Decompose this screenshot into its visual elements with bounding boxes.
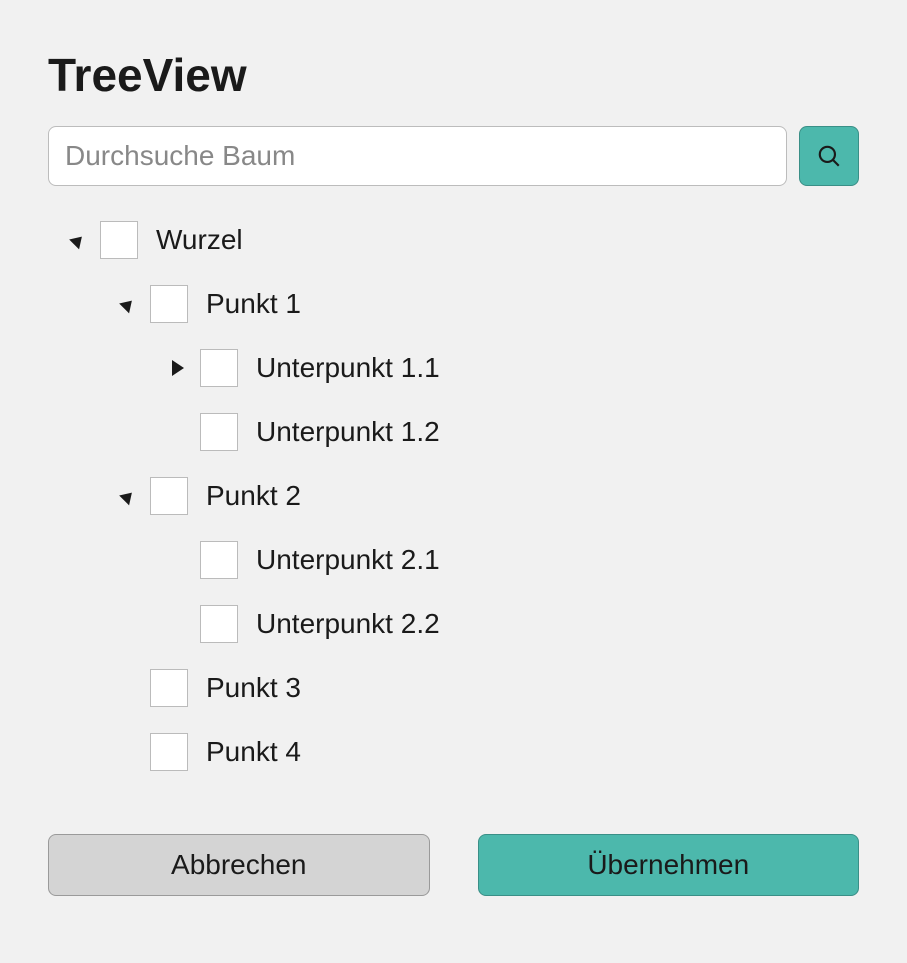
- tree-node-p1-1: Unterpunkt 1.1: [168, 342, 859, 394]
- search-icon: [816, 143, 842, 169]
- tree-label: Unterpunkt 2.2: [256, 608, 440, 640]
- tree-node-p4: Punkt 4: [118, 726, 859, 778]
- tree-label: Punkt 4: [206, 736, 301, 768]
- cancel-button[interactable]: Abbrechen: [48, 834, 430, 896]
- tree-label: Punkt 2: [206, 480, 301, 512]
- apply-button[interactable]: Übernehmen: [478, 834, 860, 896]
- checkbox[interactable]: [150, 477, 188, 515]
- tree-node-p1: Punkt 1 Unterpunkt 1.1: [118, 278, 859, 458]
- chevron-open-icon: [119, 487, 137, 505]
- tree-node-root: Wurzel Punkt 1 Unterpunkt 1.1: [68, 214, 859, 778]
- checkbox[interactable]: [150, 733, 188, 771]
- tree-label: Unterpunkt 2.1: [256, 544, 440, 576]
- checkbox[interactable]: [200, 605, 238, 643]
- checkbox[interactable]: [150, 669, 188, 707]
- checkbox[interactable]: [100, 221, 138, 259]
- tree-label: Unterpunkt 1.1: [256, 352, 440, 384]
- search-row: [48, 126, 859, 186]
- checkbox[interactable]: [200, 413, 238, 451]
- tree-row[interactable]: Unterpunkt 2.1: [168, 534, 859, 586]
- tree-row[interactable]: Punkt 4: [118, 726, 859, 778]
- expand-toggle[interactable]: [118, 294, 138, 314]
- checkbox[interactable]: [150, 285, 188, 323]
- tree-node-p1-2: Unterpunkt 1.2: [168, 406, 859, 458]
- tree-node-p3: Punkt 3: [118, 662, 859, 714]
- chevron-open-icon: [69, 231, 87, 249]
- tree-label: Wurzel: [156, 224, 243, 256]
- search-input[interactable]: [48, 126, 787, 186]
- tree-row[interactable]: Unterpunkt 1.2: [168, 406, 859, 458]
- checkbox[interactable]: [200, 541, 238, 579]
- tree-label: Unterpunkt 1.2: [256, 416, 440, 448]
- tree-row[interactable]: Punkt 3: [118, 662, 859, 714]
- tree-label: Punkt 3: [206, 672, 301, 704]
- search-button[interactable]: [799, 126, 859, 186]
- tree-node-p2-2: Unterpunkt 2.2: [168, 598, 859, 650]
- expand-toggle[interactable]: [168, 358, 188, 378]
- tree-row[interactable]: Wurzel: [68, 214, 859, 266]
- checkbox[interactable]: [200, 349, 238, 387]
- page-title: TreeView: [48, 48, 859, 102]
- action-row: Abbrechen Übernehmen: [48, 834, 859, 896]
- tree-node-p2-1: Unterpunkt 2.1: [168, 534, 859, 586]
- chevron-closed-icon: [172, 360, 184, 376]
- expand-toggle[interactable]: [118, 486, 138, 506]
- tree-node-p2: Punkt 2 Unterpunkt 2.1: [118, 470, 859, 650]
- tree-row[interactable]: Unterpunkt 1.1: [168, 342, 859, 394]
- tree-row[interactable]: Punkt 1: [118, 278, 859, 330]
- tree-row[interactable]: Punkt 2: [118, 470, 859, 522]
- tree-label: Punkt 1: [206, 288, 301, 320]
- tree-row[interactable]: Unterpunkt 2.2: [168, 598, 859, 650]
- tree-view: Wurzel Punkt 1 Unterpunkt 1.1: [68, 214, 859, 778]
- expand-toggle[interactable]: [68, 230, 88, 250]
- chevron-open-icon: [119, 295, 137, 313]
